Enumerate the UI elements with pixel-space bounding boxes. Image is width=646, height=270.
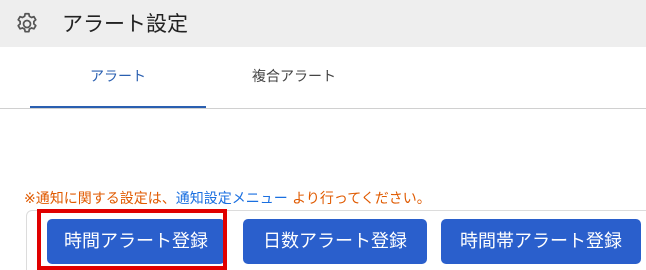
alert-settings-page: アラート設定 アラート 複合アラート ※通知に関する設定は、通知設定メニュー よ… (0, 0, 646, 270)
page-title: アラート設定 (62, 12, 188, 36)
register-timeslot-alert-button[interactable]: 時間帯アラート登録 (441, 219, 641, 264)
active-tab-indicator (30, 106, 206, 108)
tab-alert[interactable]: アラート (30, 47, 206, 108)
notification-settings-link[interactable]: 通知設定メニュー (176, 191, 288, 207)
notice-prefix: ※通知に関する設定は、 (24, 191, 176, 207)
tab-bar: アラート 複合アラート (0, 47, 646, 109)
tab-composite-alert[interactable]: 複合アラート (206, 47, 382, 108)
notification-notice: ※通知に関する設定は、通知設定メニュー より行ってください。 (24, 189, 431, 209)
highlight-box (37, 209, 227, 270)
notice-suffix: より行ってください。 (287, 191, 431, 207)
register-days-alert-button[interactable]: 日数アラート登録 (243, 219, 427, 264)
gear-icon[interactable] (14, 11, 40, 37)
header-bar: アラート設定 (0, 0, 646, 47)
